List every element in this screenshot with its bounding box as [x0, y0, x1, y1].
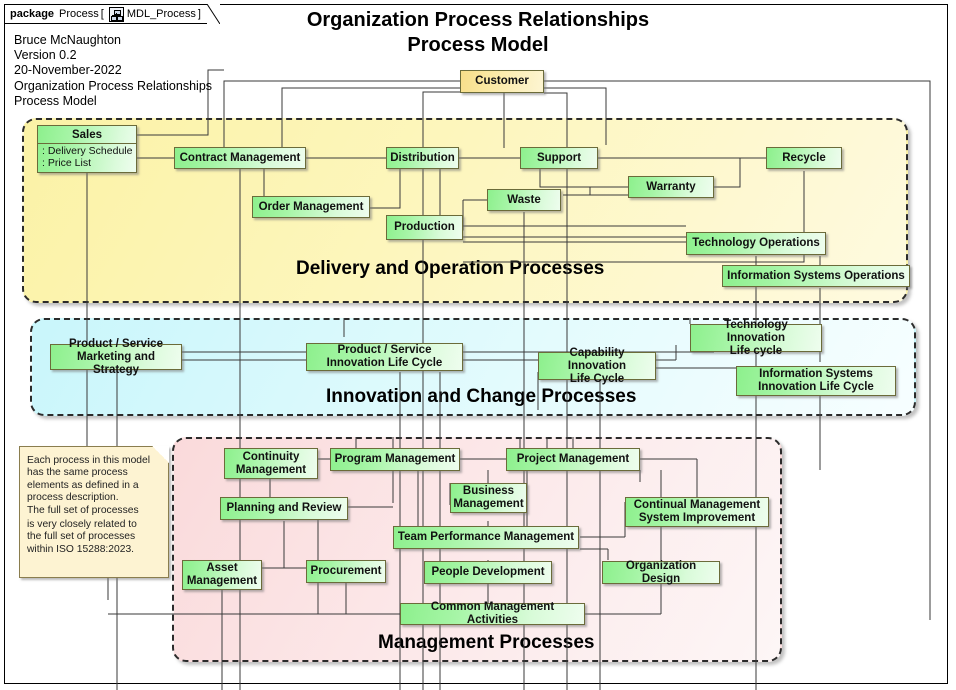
node-asset-line-1: Asset — [206, 562, 238, 574]
note-line-3: elements as defined in a — [27, 479, 139, 491]
note-line-7: the full set of processes — [27, 531, 136, 543]
diagram-canvas: package Process [ MDL_Process ] Bruce Mc… — [0, 0, 956, 690]
node-capability-innovation-line-2: Life Cycle — [569, 372, 625, 385]
node-planning-and-review[interactable]: Planning and Review — [220, 497, 348, 520]
node-technology-innovation-life-cycle[interactable]: Technology Innovation Life cycle — [690, 319, 822, 357]
node-business-management[interactable]: Business Management — [450, 483, 527, 513]
note-line-6: is very closely related to — [27, 519, 137, 531]
metadata-subject: Organization Process Relationships — [14, 78, 213, 93]
node-recycle[interactable]: Recycle — [766, 147, 842, 169]
node-sales-attributes: : Delivery Schedule : Price List — [38, 144, 136, 172]
region-label-delivery: Delivery and Operation Processes — [296, 258, 605, 279]
node-continual-line-2: System Improvement — [638, 512, 756, 524]
note-line-1: Each process in this model — [27, 455, 151, 466]
diagram-metadata: Bruce McNaughton Version 0.2 20-November… — [14, 33, 212, 109]
node-is-innovation-line-2: Innovation Life Cycle — [758, 381, 874, 393]
node-continual-management-system-improvement[interactable]: Continual Management System Improvement — [625, 497, 769, 527]
node-warranty[interactable]: Warranty — [628, 176, 714, 198]
node-distribution[interactable]: Distribution — [386, 147, 459, 169]
note-fold-icon — [152, 446, 169, 463]
metadata-date: 20-November-2022 — [14, 63, 122, 78]
diagram-name: MDL_Process — [126, 8, 196, 20]
node-technology-innovation-line-1: Technology Innovation — [724, 318, 788, 344]
node-product-service-marketing-and-strategy[interactable]: Product / Service Marketing and Strategy — [50, 338, 182, 376]
region-label-innovation: Innovation and Change Processes — [326, 386, 637, 407]
node-information-systems-innovation-life-cycle[interactable]: Information Systems Innovation Life Cycl… — [736, 366, 896, 396]
node-continual-line-1: Continual Management — [633, 499, 761, 511]
node-waste[interactable]: Waste — [487, 189, 561, 211]
node-information-systems-operations[interactable]: Information Systems Operations — [722, 265, 910, 287]
node-business-line-2: Management — [453, 498, 524, 510]
node-contract-management[interactable]: Contract Management — [174, 147, 306, 169]
package-name: Process — [59, 8, 99, 20]
node-continuity-management[interactable]: Continuity Management — [224, 448, 318, 479]
region-label-management: Management Processes — [378, 632, 595, 653]
node-order-management[interactable]: Order Management — [252, 196, 370, 218]
node-sales[interactable]: Sales : Delivery Schedule : Price List — [37, 125, 137, 173]
node-business-line-1: Business — [462, 485, 515, 497]
package-tab: package Process [ MDL_Process ] — [4, 4, 208, 24]
node-is-innovation-line-1: Information Systems — [759, 368, 873, 380]
node-support[interactable]: Support — [520, 147, 598, 169]
diagram-note: Each process in this model has the same … — [19, 446, 169, 578]
node-sales-title: Sales — [38, 126, 136, 144]
node-team-performance-management[interactable]: Team Performance Management — [393, 526, 579, 549]
node-technology-innovation-line-2: Life cycle — [729, 344, 783, 357]
note-line-8: within ISO 15288:2023. — [27, 543, 135, 555]
diagram-icon — [108, 6, 124, 22]
bracket-open: [ — [100, 8, 104, 20]
node-ps-marketing-line-2: Marketing and Strategy — [77, 350, 155, 376]
package-keyword: package — [10, 8, 55, 20]
node-sales-attribute-1: : Delivery Schedule — [42, 145, 133, 157]
node-people-development[interactable]: People Development — [424, 561, 552, 584]
metadata-version: Version 0.2 — [14, 48, 77, 63]
note-text: Each process in this model has the same … — [20, 447, 168, 556]
metadata-model: Process Model — [14, 93, 97, 108]
package-tab-notch — [207, 4, 220, 24]
node-organization-design[interactable]: Organization Design — [602, 560, 720, 585]
bracket-close: ] — [197, 8, 201, 20]
node-technology-operations[interactable]: Technology Operations — [686, 232, 826, 255]
node-sales-attribute-2: : Price List — [42, 157, 92, 170]
node-continuity-line-1: Continuity — [242, 450, 300, 463]
node-ps-marketing-line-1: Product / Service — [69, 337, 163, 350]
node-procurement[interactable]: Procurement — [306, 560, 386, 583]
node-common-management-activities[interactable]: Common Management Activities — [400, 601, 585, 626]
note-line-2: has the same process — [27, 467, 128, 479]
node-asset-line-2: Management — [186, 575, 258, 587]
node-project-management[interactable]: Project Management — [506, 448, 640, 471]
node-asset-management[interactable]: Asset Management — [182, 560, 262, 590]
node-program-management[interactable]: Program Management — [330, 448, 460, 471]
node-continuity-line-2: Management — [235, 463, 307, 476]
metadata-author: Bruce McNaughton — [14, 33, 122, 47]
node-ps-innovation-line-1: Product / Service — [337, 344, 432, 356]
note-line-5: The full set of processes — [27, 504, 139, 516]
note-line-4: process description. — [27, 492, 119, 504]
node-customer[interactable]: Customer — [460, 70, 544, 93]
node-product-service-innovation-life-cycle[interactable]: Product / Service Innovation Life Cycle — [306, 343, 463, 371]
node-production[interactable]: Production — [386, 215, 463, 240]
node-capability-innovation-line-1: Capability Innovation — [567, 346, 627, 372]
node-capability-innovation-life-cycle[interactable]: Capability Innovation Life Cycle — [538, 347, 656, 385]
node-ps-innovation-line-2: Innovation Life Cycle — [326, 357, 443, 369]
